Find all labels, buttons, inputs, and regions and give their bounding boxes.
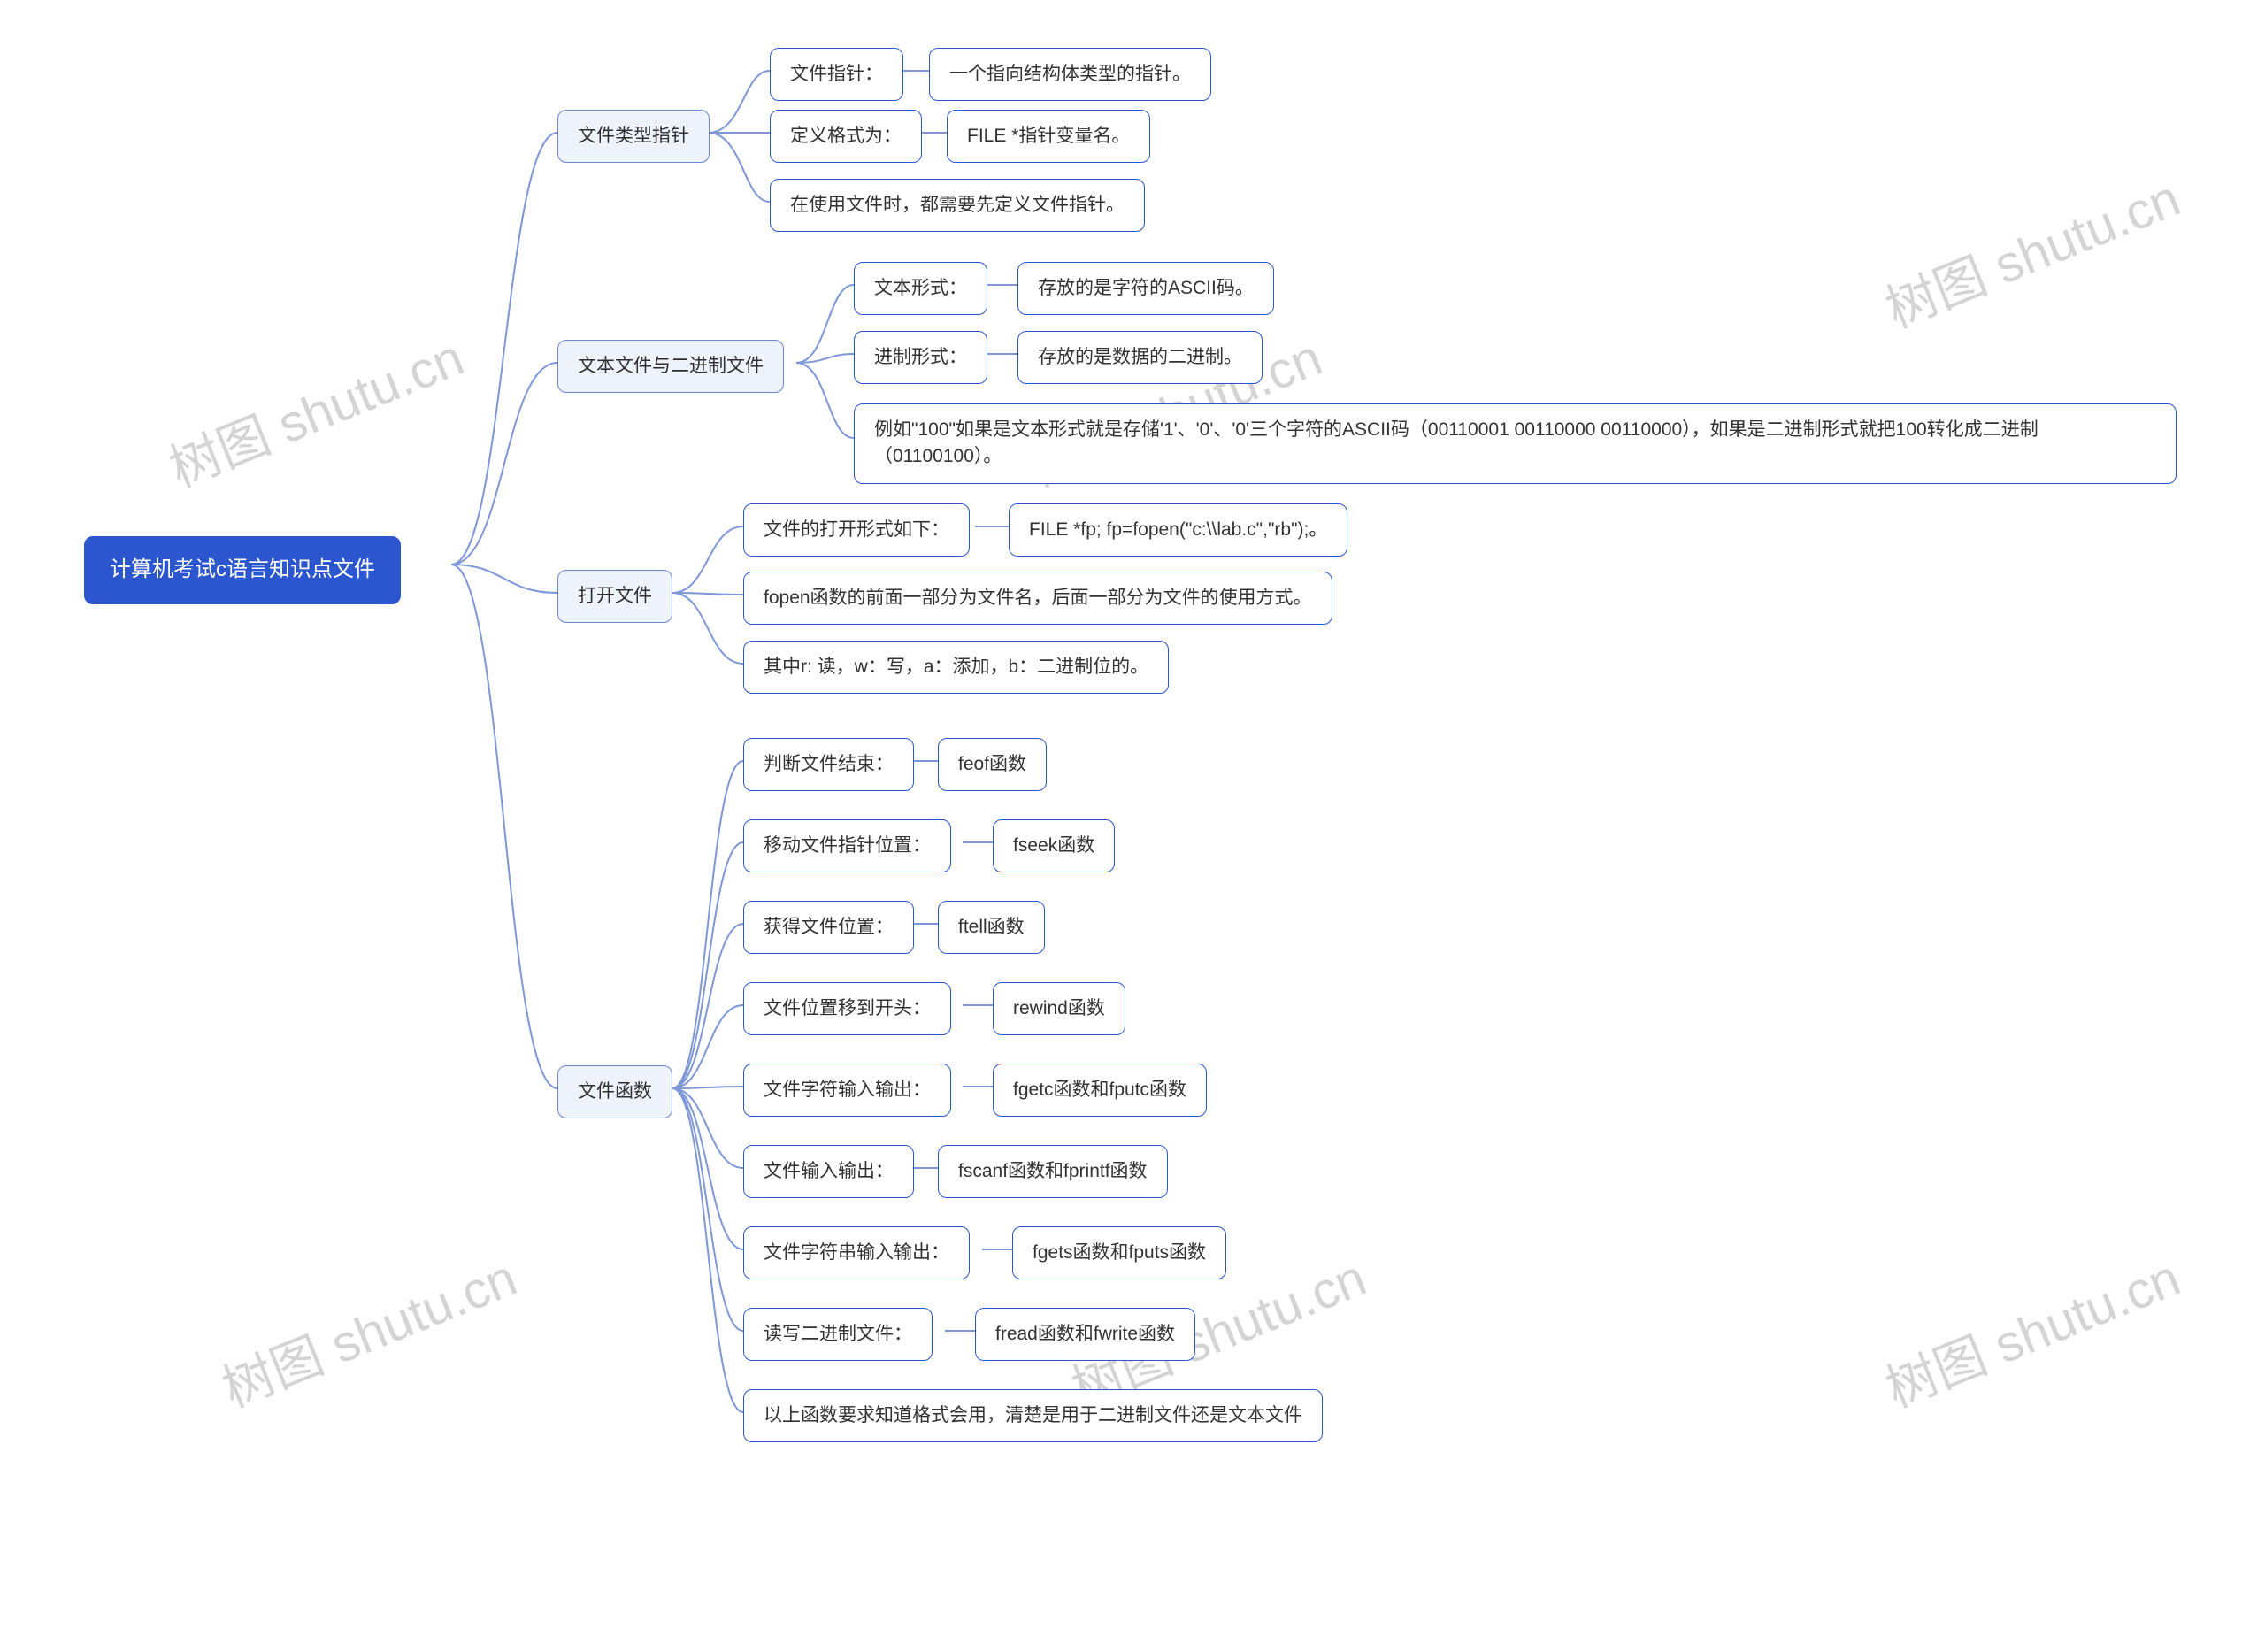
node-b4-n1b: feof函数 xyxy=(938,738,1047,791)
node-b1-n2a: 定义格式为： xyxy=(770,110,922,163)
node-b1-n2b: FILE *指针变量名。 xyxy=(947,110,1150,163)
node-b1-n3: 在使用文件时，都需要先定义文件指针。 xyxy=(770,179,1145,232)
node-b1-n1b: 一个指向结构体类型的指针。 xyxy=(929,48,1211,101)
node-b4-n9: 以上函数要求知道格式会用，清楚是用于二进制文件还是文本文件 xyxy=(743,1389,1323,1442)
node-b2-n1a: 文本形式： xyxy=(854,262,987,315)
node-b4-n8a: 读写二进制文件： xyxy=(743,1308,933,1361)
node-b4-n5b: fgetc函数和fputc函数 xyxy=(993,1064,1207,1117)
node-b4-n7a: 文件字符串输入输出： xyxy=(743,1226,970,1279)
node-b2-n2b: 存放的是数据的二进制。 xyxy=(1017,331,1263,384)
node-b4-n2a: 移动文件指针位置： xyxy=(743,819,951,872)
branch-open-file: 打开文件 xyxy=(557,570,672,623)
node-b4-n6a: 文件输入输出： xyxy=(743,1145,914,1198)
branch-file-functions: 文件函数 xyxy=(557,1065,672,1118)
node-b1-n1a: 文件指针： xyxy=(770,48,903,101)
node-b2-n2a: 进制形式： xyxy=(854,331,987,384)
watermark: 树图 shutu.cn xyxy=(210,1236,526,1422)
watermark: 树图 shutu.cn xyxy=(1873,157,2189,342)
watermark: 树图 shutu.cn xyxy=(1873,1236,2189,1422)
root-node: 计算机考试c语言知识点文件 xyxy=(84,536,401,604)
node-b4-n3b: ftell函数 xyxy=(938,901,1045,954)
node-b4-n3a: 获得文件位置： xyxy=(743,901,914,954)
node-b2-n3: 例如"100"如果是文本形式就是存储'1'、'0'、'0'三个字符的ASCII码… xyxy=(854,403,2177,484)
branch-file-type-pointer: 文件类型指针 xyxy=(557,110,710,163)
node-b3-n1a: 文件的打开形式如下： xyxy=(743,503,970,557)
node-b3-n3: 其中r: 读，w：写，a：添加，b：二进制位的。 xyxy=(743,641,1169,694)
node-b2-n1b: 存放的是字符的ASCII码。 xyxy=(1017,262,1274,315)
branch-text-binary: 文本文件与二进制文件 xyxy=(557,340,784,393)
node-b4-n2b: fseek函数 xyxy=(993,819,1115,872)
node-b4-n6b: fscanf函数和fprintf函数 xyxy=(938,1145,1168,1198)
node-b3-n1b: FILE *fp; fp=fopen("c:\\lab.c","rb");。 xyxy=(1009,503,1347,557)
node-b4-n5a: 文件字符输入输出： xyxy=(743,1064,951,1117)
node-b4-n1a: 判断文件结束： xyxy=(743,738,914,791)
node-b3-n2: fopen函数的前面一部分为文件名，后面一部分为文件的使用方式。 xyxy=(743,572,1332,625)
node-b4-n4a: 文件位置移到开头： xyxy=(743,982,951,1035)
node-b4-n7b: fgets函数和fputs函数 xyxy=(1012,1226,1226,1279)
node-b4-n8b: fread函数和fwrite函数 xyxy=(975,1308,1195,1361)
watermark: 树图 shutu.cn xyxy=(157,316,472,502)
node-b4-n4b: rewind函数 xyxy=(993,982,1125,1035)
